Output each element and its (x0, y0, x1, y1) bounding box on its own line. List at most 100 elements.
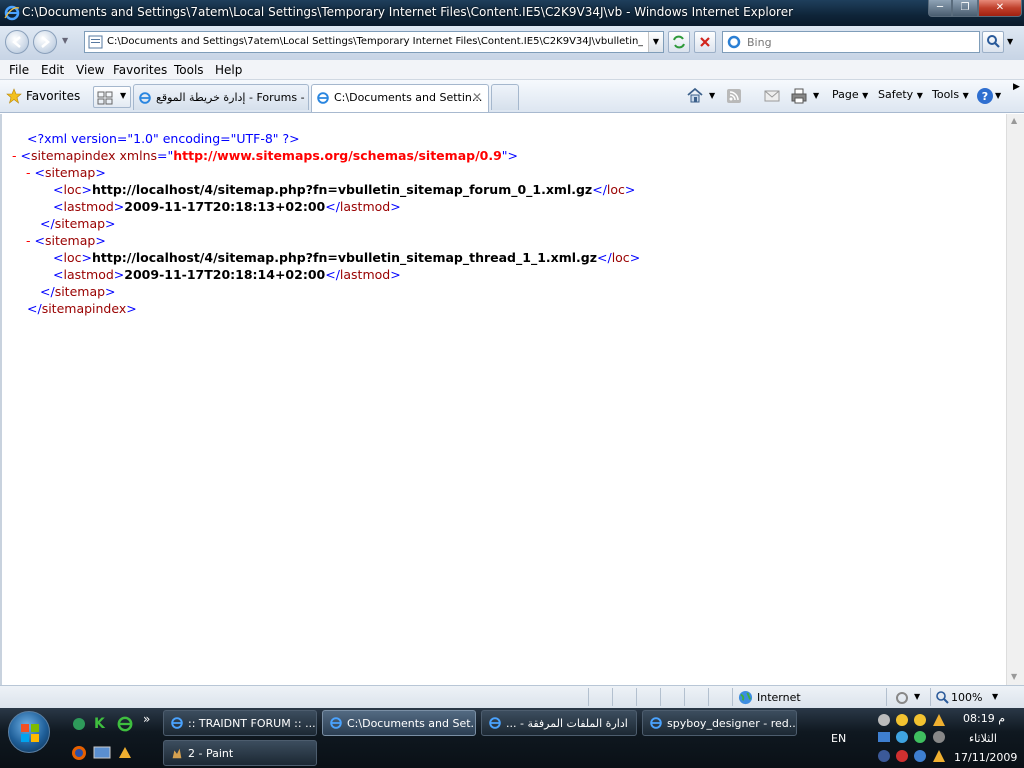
zoom-level[interactable]: 100% (951, 691, 982, 704)
search-input[interactable]: Bing (722, 31, 980, 53)
clock-day[interactable]: الثلاثاء (969, 732, 997, 745)
favorites-label: Favorites (26, 89, 81, 103)
help-button[interactable]: ? (976, 87, 994, 108)
bing-icon (727, 35, 741, 49)
feeds-button[interactable] (726, 88, 742, 107)
close-tab-icon[interactable]: ✕ (472, 90, 482, 104)
rss-feed-icon (727, 89, 741, 103)
stop-button[interactable] (694, 31, 716, 53)
collapse-sitemap-toggle[interactable]: - (26, 165, 31, 180)
toolbar-overflow-chevron-icon[interactable]: ▶ (1013, 82, 1020, 92)
recent-pages-dropdown[interactable]: ▼ (62, 36, 68, 45)
paint-icon (172, 748, 182, 759)
tray-icons (878, 714, 945, 762)
search-icon (987, 35, 1000, 48)
taskbar-button[interactable]: 2 - Paint (163, 740, 317, 766)
collapse-root-toggle[interactable]: - (12, 148, 17, 163)
collapse-sitemap-toggle[interactable]: - (26, 233, 31, 248)
star-icon (6, 88, 22, 104)
minimize-button[interactable]: ─ (928, 0, 952, 17)
print-dropdown[interactable]: ▼ (813, 91, 819, 100)
loc-line: <loc>http://localhost/4/sitemap.php?fn=v… (53, 250, 641, 265)
read-mail-button[interactable] (764, 89, 780, 106)
address-dropdown[interactable]: ▼ (648, 32, 663, 52)
safety-chevron-down-icon: ▼ (916, 91, 923, 100)
menu-view[interactable]: View (76, 63, 104, 77)
taskbar-button-label: :: TRAIDNT FORUM :: ... (188, 717, 316, 730)
language-indicator[interactable]: EN (831, 732, 846, 745)
help-dropdown[interactable]: ▼ (995, 91, 1001, 100)
menu-help[interactable]: Help (215, 63, 242, 77)
quicklaunch-ie-icon[interactable] (116, 715, 134, 733)
search-options-dropdown[interactable]: ▼ (1007, 37, 1013, 46)
quicklaunch-overflow-icon[interactable]: » (143, 712, 150, 726)
taskbar-button-label: 2 - Paint (188, 747, 234, 760)
protected-mode-icon[interactable] (894, 690, 910, 705)
maximize-button[interactable]: ❐ (952, 0, 978, 17)
start-button[interactable] (8, 711, 50, 753)
taskbar-button[interactable]: C:\Documents and Set... (322, 710, 476, 736)
xml-root-line: - <sitemapindex xmlns="http://www.sitema… (12, 148, 519, 163)
new-tab-button[interactable] (491, 84, 519, 110)
internet-explorer-icon (4, 5, 20, 21)
tab-list-dropdown[interactable]: ▼ (120, 91, 126, 100)
home-dropdown[interactable]: ▼ (709, 91, 715, 100)
tools-menu-button[interactable]: Tools ▼ (932, 88, 969, 101)
favorites-tab-bar: Favorites ▼ إدارة خريطة الموقع - Forums … (0, 80, 1024, 113)
protected-mode-dropdown[interactable]: ▼ (914, 692, 920, 701)
taskbar-button[interactable]: ... - ادارة الملفات المرفقة (481, 710, 637, 736)
notification-area-icons[interactable] (876, 712, 950, 764)
show-desktop-icon[interactable] (93, 745, 111, 761)
forward-button[interactable] (33, 30, 57, 54)
xml-document-view: <?xml version="1.0" encoding="UTF-8" ?> … (0, 114, 1006, 685)
sitemap-lastmod-value: 2009-11-17T20:18:13+02:00 (124, 199, 326, 214)
clock-time[interactable]: 08:19 م (963, 712, 1005, 725)
zoom-dropdown[interactable]: ▼ (992, 692, 998, 701)
menu-bar: File Edit View Favorites Tools Help (0, 60, 1024, 80)
address-toolbar: ▼ C:\Documents and Settings\7atem\Local … (0, 26, 1024, 60)
sitemap-loc-value: http://localhost/4/sitemap.php?fn=vbulle… (91, 250, 597, 265)
address-text: C:\Documents and Settings\7atem\Local Se… (107, 36, 643, 47)
taskbar-button[interactable]: :: TRAIDNT FORUM :: ... (163, 710, 317, 736)
forward-arrow-icon (41, 36, 50, 48)
menu-tools[interactable]: Tools (174, 63, 204, 77)
safety-menu-button[interactable]: Safety ▼ (878, 88, 923, 101)
firefox-icon[interactable] (70, 744, 88, 762)
page-menu-button[interactable]: Page ▼ (832, 88, 868, 101)
taskbar-button[interactable]: spyboy_designer - red... (642, 710, 797, 736)
vertical-scrollbar[interactable]: ▲ ▼ (1006, 114, 1024, 685)
window-titlebar[interactable]: C:\Documents and Settings\7atem\Local Se… (0, 0, 1024, 26)
zoom-icon (936, 691, 949, 704)
search-button[interactable] (982, 31, 1004, 53)
globe-icon (738, 690, 753, 705)
menu-favorites[interactable]: Favorites (113, 63, 167, 77)
sitemap-open-line: - <sitemap> (26, 233, 106, 248)
home-button[interactable] (686, 86, 704, 107)
quicklaunch-network-icon[interactable] (70, 715, 88, 733)
ie-icon (171, 717, 183, 729)
tab-label: إدارة خريطة الموقع - Forums - ... (156, 91, 308, 104)
back-button[interactable] (5, 30, 29, 54)
print-button[interactable] (790, 87, 808, 108)
tools-chevron-down-icon: ▼ (962, 91, 969, 100)
sitemap-open-line: - <sitemap> (26, 165, 106, 180)
quick-tabs-button[interactable]: ▼ (93, 86, 131, 108)
address-input[interactable]: C:\Documents and Settings\7atem\Local Se… (84, 31, 664, 53)
root-tag-name: sitemapindex (30, 148, 116, 163)
scroll-down-icon[interactable]: ▼ (1011, 672, 1017, 681)
tab-xml-document[interactable]: C:\Documents and Settin... ✕ (311, 84, 489, 112)
ie-icon (650, 717, 662, 729)
clock-date[interactable]: 17/11/2009 (954, 751, 1017, 764)
page-chevron-down-icon: ▼ (862, 91, 869, 100)
close-window-button[interactable]: ✕ (978, 0, 1022, 17)
quicklaunch-k-icon[interactable]: K (92, 714, 110, 734)
menu-edit[interactable]: Edit (41, 63, 64, 77)
switch-windows-icon[interactable] (116, 744, 134, 762)
search-placeholder: Bing (747, 36, 772, 49)
tab-sitemap-forums[interactable]: إدارة خريطة الموقع - Forums - ... (133, 84, 309, 110)
menu-file[interactable]: File (9, 63, 29, 77)
lastmod-line: <lastmod>2009-11-17T20:18:14+02:00</last… (53, 267, 401, 282)
xml-declaration: <?xml version="1.0" encoding="UTF-8" ?> (27, 131, 300, 146)
scroll-up-icon[interactable]: ▲ (1011, 116, 1017, 125)
refresh-button[interactable] (668, 31, 690, 53)
